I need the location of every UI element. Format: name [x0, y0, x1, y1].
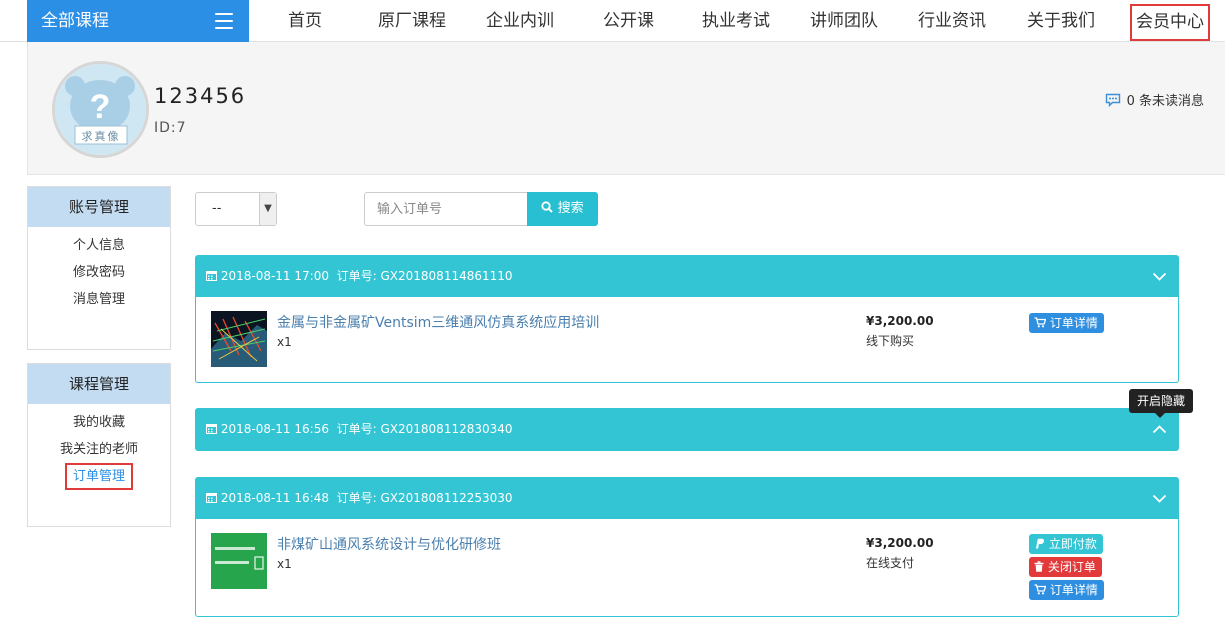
toggle-tooltip: 开启隐藏 — [1129, 389, 1194, 418]
chevron-up-icon[interactable] — [1152, 422, 1167, 437]
order-datetime: 2018-08-11 17:00 — [220, 269, 329, 283]
nav-item-home[interactable]: 首页 — [288, 0, 322, 42]
svg-text:?: ? — [90, 88, 111, 126]
order-number-label: 订单号: — [336, 491, 377, 505]
all-courses-button[interactable]: 全部课程 — [27, 0, 249, 42]
chevron-down-icon: ▼ — [259, 193, 276, 225]
trash-icon — [1034, 561, 1044, 572]
chevron-down-icon[interactable] — [1152, 269, 1167, 284]
course-management-title: 课程管理 — [28, 364, 170, 404]
top-navbar: 全部课程 首页 原厂课程 企业内训 公开课 执业考试 讲师团队 行业资讯 关于我… — [0, 0, 1225, 42]
search-icon — [541, 201, 554, 213]
order-datetime: 2018-08-11 16:48 — [220, 491, 329, 505]
pay-now-button[interactable]: 立即付款 — [1029, 534, 1103, 554]
order-number: GX201808112253030 — [380, 491, 513, 505]
order-details-button-label: 订单详情 — [1049, 316, 1098, 330]
order-number: GX201808112830340 — [380, 422, 513, 436]
username: 123456 — [154, 84, 247, 108]
nav-item-member-center[interactable]: 会员中心 — [1130, 4, 1210, 41]
order-details-button[interactable]: 订单详情 — [1029, 580, 1104, 600]
order-header[interactable]: 2018-08-11 17:00 订单号: GX201808114861110 — [196, 256, 1178, 297]
order-header[interactable]: 2018-08-11 16:48 订单号: GX201808112253030 — [196, 478, 1178, 519]
order-item: 非煤矿山通风系统设计与优化研修班 x1 ¥3,200.00 在线支付 立即付款 … — [196, 519, 1178, 603]
order-number-label: 订单号: — [336, 269, 377, 283]
cart-icon — [1034, 584, 1047, 595]
avatar[interactable]: ? 求真像 — [52, 61, 149, 158]
cart-icon — [1034, 317, 1047, 328]
user-id: ID:7 — [154, 120, 187, 136]
pay-now-button-label: 立即付款 — [1048, 537, 1097, 551]
nav-item-industry-news[interactable]: 行业资讯 — [918, 0, 986, 42]
order-number-search-input[interactable] — [364, 192, 528, 226]
search-button-label: 搜索 — [557, 201, 584, 216]
calendar-icon — [206, 424, 217, 434]
sidebar-item-followed-teachers[interactable]: 我关注的老师 — [28, 436, 170, 463]
nav-item-corporate-training[interactable]: 企业内训 — [486, 0, 554, 42]
course-title-link[interactable]: 非煤矿山通风系统设计与优化研修班 — [277, 534, 501, 554]
menu-icon — [215, 13, 233, 29]
payment-type: 在线支付 — [866, 556, 915, 570]
account-management-title: 账号管理 — [28, 187, 170, 227]
order-header[interactable]: 2018-08-11 16:56 订单号: GX201808112830340 — [196, 409, 1178, 450]
order-number-label: 订单号: — [336, 422, 377, 436]
nav-item-original-courses[interactable]: 原厂课程 — [378, 0, 446, 42]
order-details-button[interactable]: 订单详情 — [1029, 313, 1104, 333]
order-number: GX201808114861110 — [380, 269, 513, 283]
nav-item-open-courses[interactable]: 公开课 — [603, 0, 654, 42]
unread-messages-link[interactable]: 0 条未读消息 — [1105, 90, 1204, 109]
order-price: ¥3,200.00 — [866, 314, 934, 328]
account-management-card: 账号管理 个人信息 修改密码 消息管理 — [27, 186, 171, 350]
sidebar-item-favorites[interactable]: 我的收藏 — [28, 409, 170, 436]
sidebar-item-change-password[interactable]: 修改密码 — [28, 259, 170, 286]
paypal-icon — [1036, 538, 1044, 549]
course-management-card: 课程管理 我的收藏 我关注的老师 订单管理 — [27, 363, 171, 527]
calendar-icon — [206, 493, 217, 503]
course-thumbnail[interactable] — [211, 311, 267, 367]
unread-messages-text: 0 条未读消息 — [1126, 94, 1204, 109]
chat-icon — [1105, 93, 1120, 107]
order-status-select[interactable]: -- ▼ — [195, 192, 277, 226]
course-thumbnail[interactable] — [211, 533, 267, 589]
close-order-button[interactable]: 关闭订单 — [1029, 557, 1102, 577]
payment-type: 线下购买 — [866, 334, 915, 348]
order-quantity: x1 — [277, 557, 292, 571]
order-price: ¥3,200.00 — [866, 536, 934, 550]
sidebar-item-order-management[interactable]: 订单管理 — [28, 463, 170, 490]
order-panel: 2018-08-11 17:00 订单号: GX201808114861110 … — [195, 255, 1179, 383]
nav-item-instructors[interactable]: 讲师团队 — [810, 0, 878, 42]
course-title-link[interactable]: 金属与非金属矿Ventsim三维通风仿真系统应用培训 — [277, 312, 599, 332]
search-button[interactable]: 搜索 — [527, 192, 598, 226]
calendar-icon — [206, 271, 217, 281]
order-datetime: 2018-08-11 16:56 — [220, 422, 329, 436]
order-panel: 2018-08-11 16:56 订单号: GX201808112830340 — [195, 408, 1179, 451]
nav-item-licensing-exam[interactable]: 执业考试 — [702, 0, 770, 42]
profile-header: ? 求真像 123456 ID:7 0 条未读消息 — [27, 42, 1225, 175]
order-status-select-value: -- — [212, 201, 222, 216]
close-order-button-label: 关闭订单 — [1047, 560, 1096, 574]
nav-item-about-us[interactable]: 关于我们 — [1027, 0, 1095, 42]
avatar-caption: 求真像 — [81, 130, 121, 143]
sidebar-item-order-management-label: 订单管理 — [64, 463, 133, 490]
order-panel: 2018-08-11 16:48 订单号: GX201808112253030 … — [195, 477, 1179, 617]
order-item: 金属与非金属矿Ventsim三维通风仿真系统应用培训 x1 ¥3,200.00 … — [196, 297, 1178, 381]
sidebar-item-message-management[interactable]: 消息管理 — [28, 286, 170, 313]
chevron-down-icon[interactable] — [1152, 491, 1167, 506]
order-quantity: x1 — [277, 335, 292, 349]
sidebar-item-personal-info[interactable]: 个人信息 — [28, 232, 170, 259]
order-details-button-label: 订单详情 — [1049, 583, 1098, 597]
all-courses-label: 全部课程 — [41, 11, 109, 31]
